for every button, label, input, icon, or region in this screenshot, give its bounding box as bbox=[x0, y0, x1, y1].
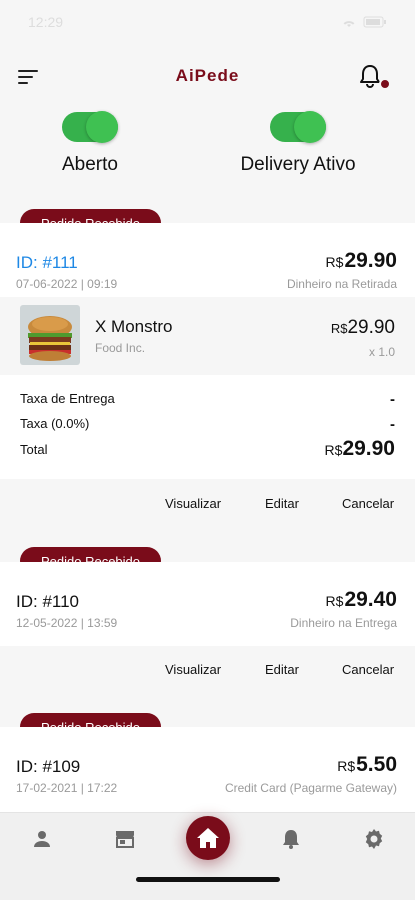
order-id[interactable]: ID: #111 bbox=[16, 253, 78, 273]
cancel-button[interactable]: Cancelar bbox=[342, 496, 394, 511]
edit-button[interactable]: Editar bbox=[265, 662, 299, 677]
order-header: ID: #110 12-05-2022 | 13:59 R$29.40 Dinh… bbox=[0, 562, 415, 636]
order-header: ID: #109 17-02-2021 | 17:22 R$5.50 Credi… bbox=[0, 727, 415, 801]
order-item: X Monstro Food Inc. R$29.90 x 1.0 bbox=[0, 297, 415, 375]
order-total-value: 29.40 bbox=[344, 588, 397, 611]
item-store: Food Inc. bbox=[95, 341, 146, 355]
order-header: ID: #111 07-06-2022 | 09:19 R$29.90 Dinh… bbox=[0, 223, 415, 297]
tax-label: Taxa (0.0%) bbox=[20, 416, 90, 431]
wifi-icon bbox=[343, 21, 355, 27]
currency: R$ bbox=[330, 321, 348, 336]
total-row: Total R$29.90 bbox=[20, 437, 395, 461]
order-total: R$29.40 bbox=[326, 588, 397, 612]
status-bar: 12:29 bbox=[0, 0, 415, 44]
order-total: R$29.90 bbox=[326, 249, 397, 273]
order-total: R$5.50 bbox=[337, 753, 397, 777]
total-amount: 29.90 bbox=[342, 437, 395, 460]
home-icon bbox=[197, 828, 219, 848]
battery-icon bbox=[363, 16, 386, 28]
view-button[interactable]: Visualizar bbox=[165, 496, 221, 511]
status-icons bbox=[341, 16, 387, 28]
app-title: AiPede bbox=[175, 66, 240, 85]
delivery-fee-label: Taxa de Entrega bbox=[20, 391, 115, 406]
notifications-button[interactable] bbox=[359, 64, 391, 90]
delivery-fee-row: Taxa de Entrega - bbox=[20, 391, 395, 408]
bottom-tab-bar bbox=[0, 812, 415, 900]
currency: R$ bbox=[337, 758, 356, 774]
order-actions: Visualizar Editar Cancelar bbox=[0, 480, 415, 528]
bell-icon[interactable] bbox=[279, 827, 303, 851]
delivery-toggle[interactable] bbox=[270, 111, 326, 143]
delivery-fee-value: - bbox=[390, 391, 395, 408]
order-card[interactable]: ID: #109 17-02-2021 | 17:22 R$5.50 Credi… bbox=[0, 727, 415, 812]
order-date: 12-05-2022 | 13:59 bbox=[16, 616, 118, 630]
store-icon[interactable] bbox=[113, 827, 137, 851]
order-total-value: 29.90 bbox=[344, 249, 397, 272]
order-date: 07-06-2022 | 09:19 bbox=[16, 277, 118, 291]
home-indicator bbox=[136, 877, 280, 882]
order-card[interactable]: ID: #110 12-05-2022 | 13:59 R$29.40 Dinh… bbox=[0, 562, 415, 646]
edit-button[interactable]: Editar bbox=[265, 496, 299, 511]
order-id[interactable]: ID: #109 bbox=[16, 757, 80, 777]
tax-row: Taxa (0.0%) - bbox=[20, 416, 395, 433]
total-value: R$29.90 bbox=[325, 437, 395, 461]
cancel-button[interactable]: Cancelar bbox=[342, 662, 394, 677]
payment-method: Credit Card (Pagarme Gateway) bbox=[224, 781, 397, 795]
item-price: R$29.90 bbox=[331, 317, 395, 339]
order-summary: Taxa de Entrega - Taxa (0.0%) - Total R$… bbox=[0, 375, 415, 479]
currency: R$ bbox=[325, 254, 344, 270]
delivery-toggle-group: Delivery Ativo bbox=[222, 111, 374, 176]
order-total-value: 5.50 bbox=[356, 753, 397, 776]
item-quantity: x 1.0 bbox=[368, 345, 395, 359]
payment-method: Dinheiro na Retirada bbox=[286, 277, 397, 291]
view-button[interactable]: Visualizar bbox=[165, 662, 221, 677]
item-price-value: 29.90 bbox=[347, 317, 395, 338]
order-actions: Visualizar Editar Cancelar bbox=[0, 646, 415, 694]
order-date: 17-02-2021 | 17:22 bbox=[16, 781, 118, 795]
order-card[interactable]: ID: #111 07-06-2022 | 09:19 R$29.90 Dinh… bbox=[0, 223, 415, 479]
total-label: Total bbox=[20, 441, 48, 457]
order-id[interactable]: ID: #110 bbox=[16, 592, 79, 612]
payment-method: Dinheiro na Entrega bbox=[290, 616, 397, 630]
gear-icon[interactable] bbox=[362, 827, 386, 851]
notification-badge bbox=[379, 78, 391, 90]
open-toggle[interactable] bbox=[62, 111, 118, 143]
item-name: X Monstro bbox=[95, 317, 173, 336]
currency: R$ bbox=[325, 593, 344, 609]
currency: R$ bbox=[324, 442, 343, 458]
profile-icon[interactable] bbox=[30, 827, 54, 851]
open-toggle-label: Aberto bbox=[62, 154, 118, 175]
status-time: 12:29 bbox=[28, 14, 64, 30]
burger-image bbox=[20, 305, 80, 365]
open-toggle-group: Aberto bbox=[50, 111, 130, 176]
app-header: AiPede bbox=[0, 56, 415, 96]
tax-value: - bbox=[390, 416, 395, 433]
home-button[interactable] bbox=[186, 816, 230, 860]
delivery-toggle-label: Delivery Ativo bbox=[240, 154, 356, 175]
bell-icon bbox=[360, 65, 380, 88]
